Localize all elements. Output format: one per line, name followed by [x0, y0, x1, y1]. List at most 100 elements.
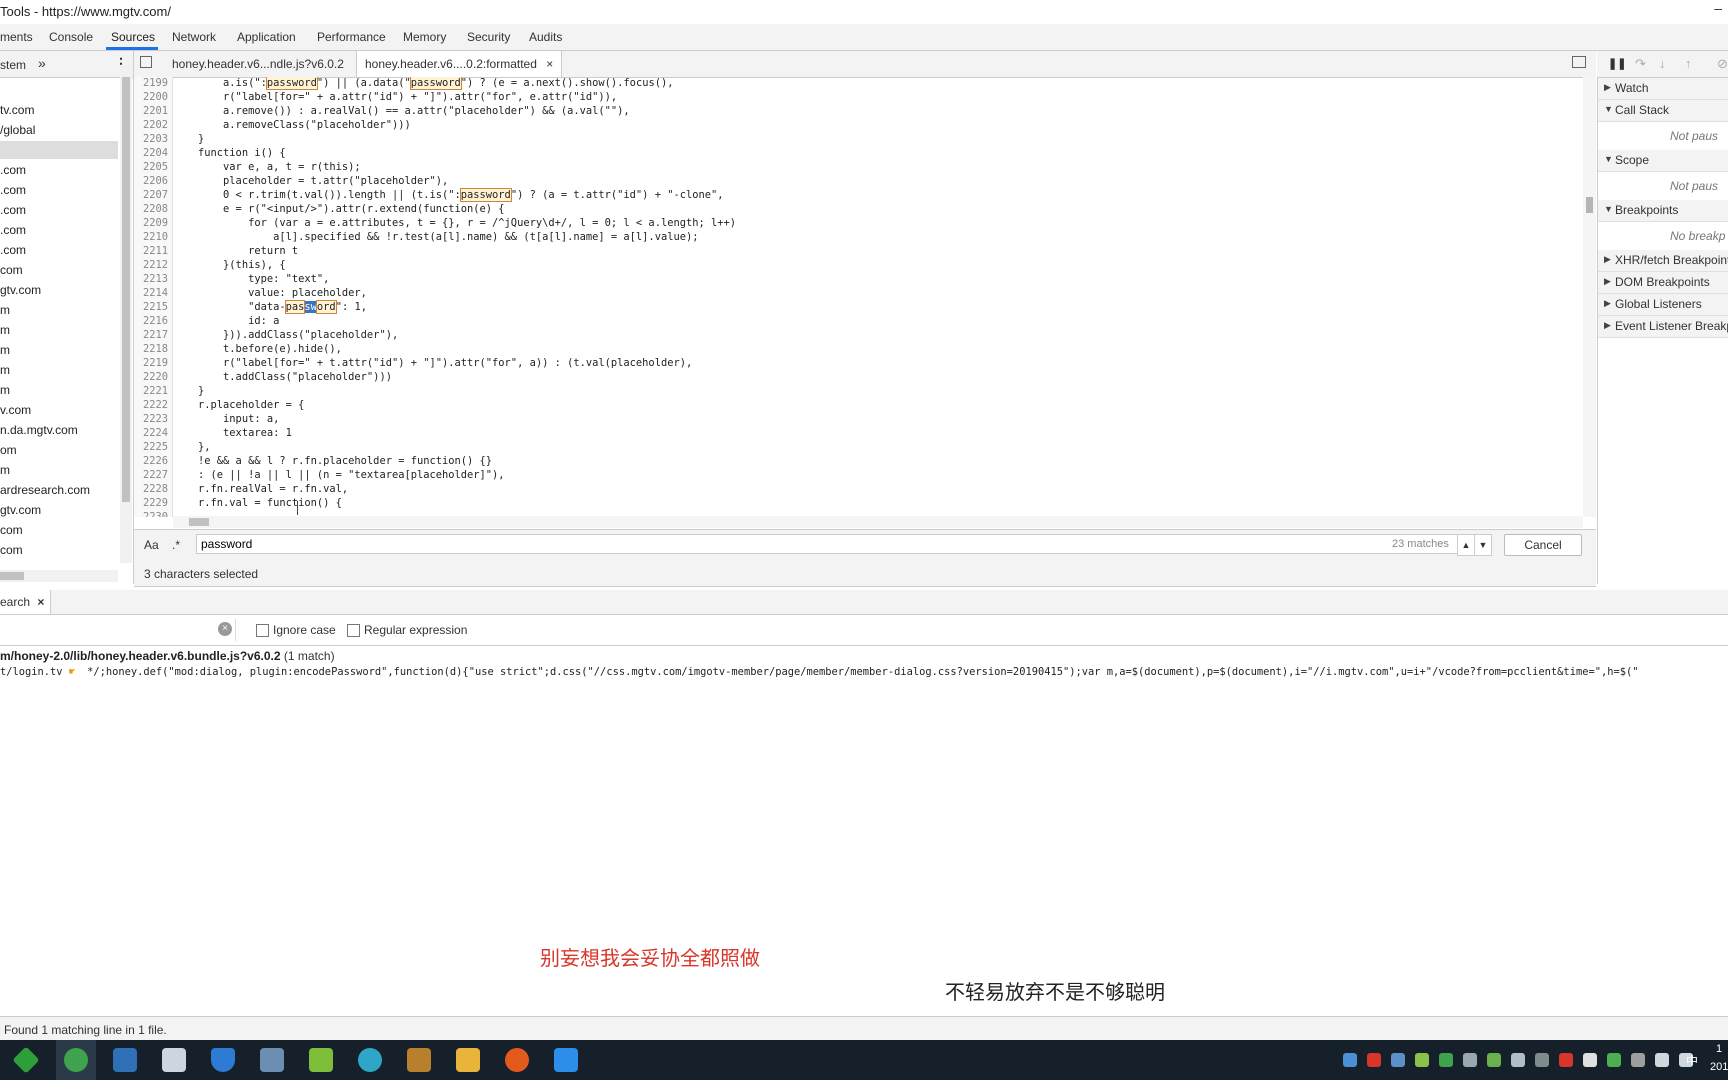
code-line[interactable]: t.before(e).hide(),	[173, 343, 342, 355]
navigator-item[interactable]: ardresearch.com	[0, 483, 90, 497]
code-line[interactable]: r("label[for=" + a.attr("id") + "]").att…	[173, 91, 617, 103]
code-line[interactable]: a.removeClass("placeholder")))	[173, 119, 411, 131]
navigator-item[interactable]: .com	[0, 223, 26, 237]
event-listener-breakpoints-pane-header[interactable]: ▶ Event Listener Breakp	[1598, 316, 1728, 338]
line-number[interactable]: 2205	[143, 161, 168, 173]
w-app-icon[interactable]	[554, 1048, 578, 1072]
code-line[interactable]: },	[173, 441, 211, 453]
code-line[interactable]: type: "text",	[173, 273, 329, 285]
more-tabs-icon[interactable]: »	[38, 55, 46, 71]
editor-vscrollbar[interactable]	[1583, 77, 1596, 517]
navigator-item[interactable]: /global	[0, 123, 35, 137]
line-number[interactable]: 2210	[143, 231, 168, 243]
tab-network[interactable]: Network	[172, 30, 216, 44]
navigator-item[interactable]: com	[0, 523, 23, 537]
clear-search-icon[interactable]: ×	[218, 622, 232, 636]
navigator-item[interactable]: m	[0, 303, 10, 317]
line-number[interactable]: 2214	[143, 287, 168, 299]
global-listeners-pane-header[interactable]: ▶ Global Listeners	[1598, 294, 1728, 316]
tray-icon[interactable]	[1415, 1053, 1429, 1067]
code-line[interactable]: "data-password": 1,	[173, 300, 367, 314]
line-number[interactable]: 2216	[143, 315, 168, 327]
deactivate-breakpoints-icon[interactable]: ⊘	[1717, 56, 1728, 72]
code-line[interactable]: value: placeholder,	[173, 287, 367, 299]
line-number[interactable]: 2226	[143, 455, 168, 467]
tab-elements[interactable]: ments	[0, 30, 33, 44]
find-input[interactable]	[196, 534, 1460, 554]
navigator-item[interactable]: .com	[0, 203, 26, 217]
tab-memory[interactable]: Memory	[403, 30, 446, 44]
search-all-input[interactable]: ×	[0, 619, 236, 641]
weather-app-icon[interactable]	[260, 1048, 284, 1072]
tab-console[interactable]: Console	[49, 30, 93, 44]
clock-date[interactable]: 201	[1710, 1061, 1728, 1073]
navigator-scrollbar[interactable]	[120, 65, 132, 563]
code-line[interactable]: e = r("<input/>").attr(r.extend(function…	[173, 203, 505, 215]
code-line[interactable]: }	[173, 133, 204, 145]
shield-app-icon[interactable]	[211, 1048, 235, 1072]
minimize-icon[interactable]: –	[1714, 0, 1722, 16]
code-line[interactable]: id: a	[173, 315, 279, 327]
line-number[interactable]: 2213	[143, 273, 168, 285]
code-editor[interactable]: a.is(":password") || (a.data("password")…	[173, 77, 1583, 517]
navigator-item[interactable]: com	[0, 543, 23, 557]
editor-hscrollbar[interactable]	[173, 516, 1583, 528]
line-number[interactable]: 2209	[143, 217, 168, 229]
next-match-button[interactable]: ▼	[1474, 534, 1492, 556]
code-line[interactable]: 0 < r.trim(t.val()).length || (t.is(":pa…	[173, 188, 724, 202]
window-app-icon[interactable]	[162, 1048, 186, 1072]
editor-tab-formatted[interactable]: honey.header.v6....0.2:formatted ×	[356, 51, 563, 77]
code-line[interactable]: r.fn.val = function() {	[173, 497, 342, 509]
editor-tab-bundle[interactable]: honey.header.v6...ndle.js?v6.0.2	[164, 51, 352, 77]
tab-application[interactable]: Application	[237, 30, 296, 44]
navigator-item[interactable]: gtv.com	[0, 503, 41, 517]
line-number[interactable]: 2200	[143, 91, 168, 103]
scope-pane-header[interactable]: ▼ Scope	[1598, 150, 1728, 172]
line-number[interactable]: 2204	[143, 147, 168, 159]
code-line[interactable]: })).addClass("placeholder"),	[173, 329, 398, 341]
code-line[interactable]: return t	[173, 245, 298, 257]
breakpoints-pane-header[interactable]: ▼ Breakpoints	[1598, 200, 1728, 222]
step-over-icon[interactable]: ↷	[1635, 56, 1646, 72]
result-match-line[interactable]: t/login.tv ☛ */;honey.def("mod:dialog, p…	[0, 666, 1639, 678]
network-icon[interactable]	[1655, 1053, 1669, 1067]
scrollbar-thumb[interactable]	[122, 77, 130, 502]
tab-audits[interactable]: Audits	[529, 30, 562, 44]
tray-icon[interactable]	[1631, 1053, 1645, 1067]
code-line[interactable]: function i() {	[173, 147, 286, 159]
start-arrow-icon[interactable]	[12, 1046, 40, 1074]
dom-breakpoints-pane-header[interactable]: ▶ DOM Breakpoints	[1598, 272, 1728, 294]
line-number[interactable]: 2229	[143, 497, 168, 509]
navigator-item[interactable]: .com	[0, 183, 26, 197]
scrollbar-thumb[interactable]	[0, 572, 24, 580]
folder-icon[interactable]	[456, 1048, 480, 1072]
line-number[interactable]: 2224	[143, 427, 168, 439]
toggle-debugger-icon[interactable]	[1572, 56, 1586, 68]
notepad-app-icon[interactable]	[309, 1048, 333, 1072]
tray-icon[interactable]	[1343, 1053, 1357, 1067]
code-line[interactable]: var e, a, t = r(this);	[173, 161, 361, 173]
line-number[interactable]: 2202	[143, 119, 168, 131]
code-line[interactable]: : (e || !a || l || (n = "textarea[placeh…	[173, 469, 505, 481]
navigator-item[interactable]: m	[0, 383, 10, 397]
tray-icon[interactable]	[1391, 1053, 1405, 1067]
tray-icon[interactable]	[1487, 1053, 1501, 1067]
navigator-item[interactable]: n.da.mgtv.com	[0, 423, 78, 437]
code-line[interactable]: for (var a = e.attributes, t = {}, r = /…	[173, 217, 736, 229]
e-app-icon[interactable]	[113, 1048, 137, 1072]
line-number[interactable]: 2199	[143, 77, 168, 89]
close-tab-icon[interactable]: ×	[546, 57, 553, 71]
line-number[interactable]: 2207	[143, 189, 168, 201]
code-line[interactable]: r("label[for=" + t.attr("id") + "]").att…	[173, 357, 692, 369]
tab-security[interactable]: Security	[467, 30, 510, 44]
previous-match-button[interactable]: ▲	[1457, 534, 1475, 556]
tray-icon[interactable]	[1607, 1053, 1621, 1067]
line-number[interactable]: 2223	[143, 413, 168, 425]
line-number[interactable]: 2206	[143, 175, 168, 187]
line-number[interactable]: 2221	[143, 385, 168, 397]
close-tab-icon[interactable]: ×	[37, 595, 44, 609]
code-line[interactable]: r.fn.realVal = r.fn.val,	[173, 483, 348, 495]
line-number[interactable]: 2208	[143, 203, 168, 215]
navigator-tab-filesystem[interactable]: stem	[0, 58, 26, 72]
tray-icon[interactable]	[1367, 1053, 1381, 1067]
